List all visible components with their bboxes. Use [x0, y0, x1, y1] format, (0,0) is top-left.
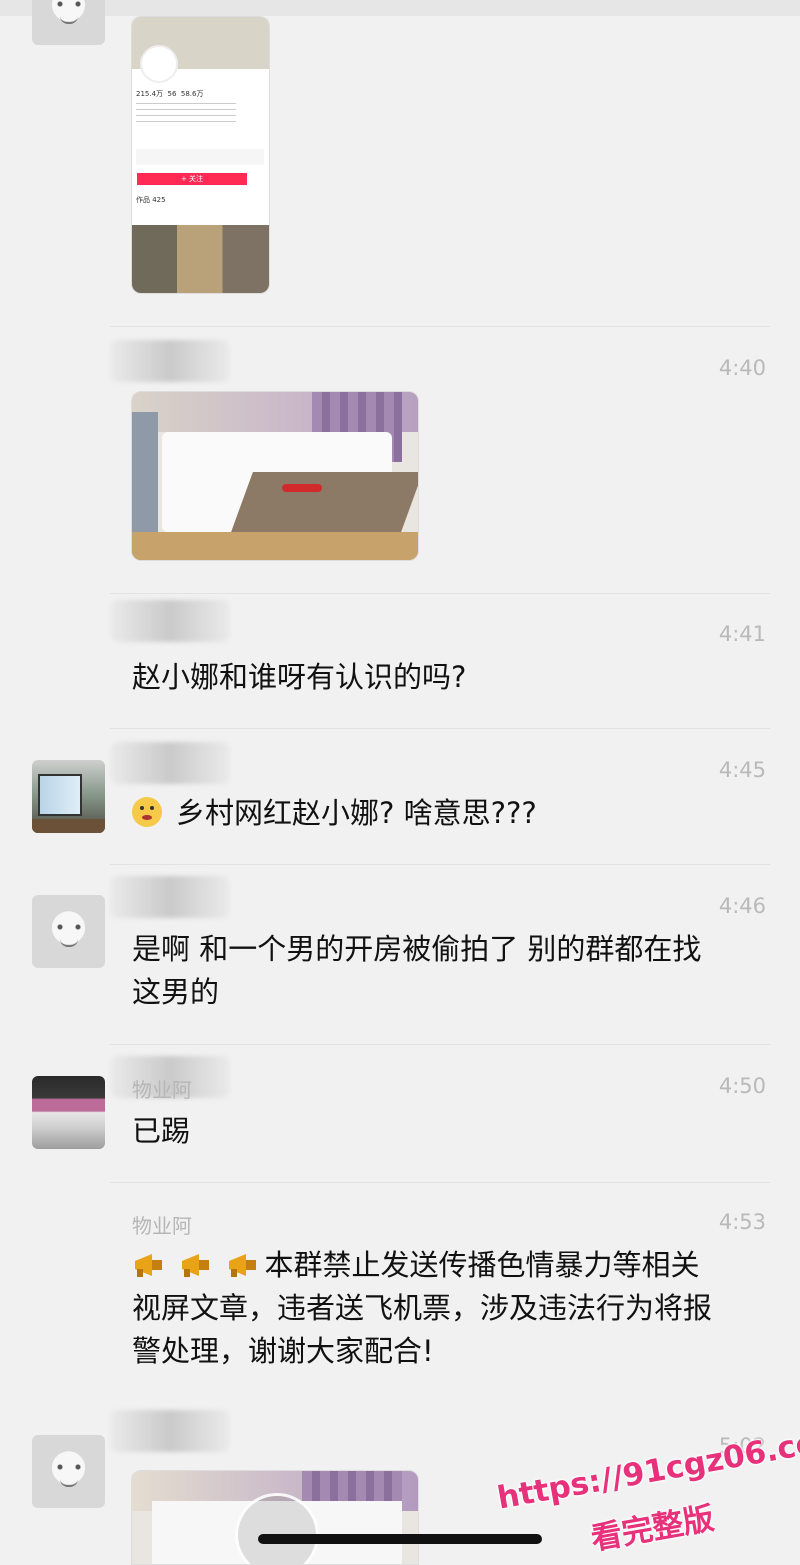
avatar[interactable]	[32, 1435, 105, 1508]
message-line: 是啊 和一个男的开房被偷拍了 别的群都在找	[132, 932, 702, 966]
message-time: 4:41	[718, 622, 766, 646]
bed-photo-image[interactable]	[131, 391, 419, 561]
divider	[110, 728, 770, 729]
avatar[interactable]	[32, 1076, 105, 1149]
message-text: 已踢	[132, 1114, 191, 1148]
home-indicator	[258, 1534, 542, 1544]
message-text: 赵小娜和谁呀有认识的吗?	[132, 660, 467, 694]
works-tab[interactable]: 作品 425	[136, 195, 166, 205]
divider	[110, 1182, 770, 1183]
avatar[interactable]	[32, 0, 105, 45]
megaphone-icon	[182, 1254, 210, 1277]
message-text: 乡村网红赵小娜? 啥意思???	[132, 792, 762, 835]
message-line: 警处理，谢谢大家配合!	[132, 1334, 434, 1368]
megaphone-icon	[229, 1254, 257, 1277]
message-time: 4:50	[718, 1074, 766, 1098]
message-time: 4:46	[718, 894, 766, 918]
message-text: 是啊 和一个男的开房被偷拍了 别的群都在找 这男的	[132, 928, 762, 1014]
avatar[interactable]	[32, 760, 105, 833]
message-time: 4:53	[718, 1210, 766, 1234]
message-text: 本群禁止发送传播色情暴力等相关 视屏文章，违者送飞机票，涉及违法行为将报 警处理…	[132, 1244, 762, 1373]
divider	[110, 1044, 770, 1045]
sender-name: 物业阿	[132, 1214, 192, 1238]
sender-name-blurred	[110, 340, 230, 382]
follow-button[interactable]: + 关注	[137, 173, 247, 185]
crying-face-icon	[132, 797, 162, 827]
likes-count: 58.6万	[180, 90, 204, 98]
sender-name: 物业阿	[132, 1078, 192, 1102]
message-line: 本群禁止发送传播色情暴力等相关	[264, 1248, 700, 1282]
following-count: 56	[167, 90, 177, 98]
sender-name-blurred	[110, 876, 230, 918]
sender-name-blurred	[110, 1410, 230, 1452]
megaphone-icon	[135, 1254, 162, 1277]
message-line: 这男的	[132, 975, 220, 1009]
message-time: 4:40	[718, 356, 766, 380]
sender-name-blurred	[110, 742, 230, 784]
divider	[110, 593, 770, 594]
followers-count: 215.4万	[136, 90, 164, 98]
message-time: 4:45	[718, 758, 766, 782]
divider	[110, 326, 770, 327]
avatar[interactable]	[32, 895, 105, 968]
profile-screenshot-image[interactable]: 215.4万 56 58.6万 + 关注 作品 425	[131, 16, 270, 294]
status-bar	[0, 0, 800, 16]
message-line: 视屏文章，违者送飞机票，涉及违法行为将报	[132, 1291, 713, 1325]
sender-name-blurred	[110, 600, 230, 642]
message-text-content: 乡村网红赵小娜? 啥意思???	[176, 796, 537, 830]
watermark-caption: 看完整版	[588, 1500, 717, 1558]
divider	[110, 864, 770, 865]
video-thumbnail[interactable]	[131, 1470, 419, 1565]
